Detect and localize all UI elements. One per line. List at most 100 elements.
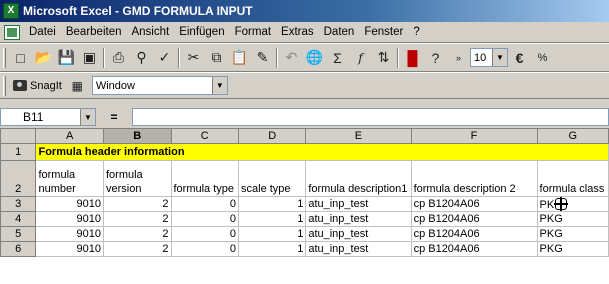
snagit-label: SnagIt bbox=[30, 79, 62, 92]
cell-description1[interactable]: atu_inp_test bbox=[305, 241, 412, 257]
print-preview-icon[interactable]: ⚲ bbox=[130, 47, 153, 69]
cell-formula-type[interactable]: 0 bbox=[170, 196, 240, 212]
toolbar-grip[interactable] bbox=[3, 75, 6, 96]
open-icon[interactable]: 📂 bbox=[32, 47, 55, 69]
menu-help[interactable]: ? bbox=[408, 23, 424, 42]
function-icon[interactable]: f bbox=[349, 47, 372, 69]
row-header[interactable]: 4 bbox=[0, 211, 37, 227]
cell-formula-type[interactable]: 0 bbox=[170, 241, 240, 257]
cell-formula-type[interactable]: 0 bbox=[170, 226, 240, 242]
percent-icon[interactable]: % bbox=[531, 47, 554, 69]
snagit-mode-select[interactable]: Window ▼ bbox=[91, 76, 228, 95]
permission-icon[interactable]: ▣ bbox=[78, 47, 101, 69]
cell-formula-version[interactable]: 2 bbox=[102, 241, 172, 257]
menu-bearbeiten[interactable]: Bearbeiten bbox=[61, 23, 127, 42]
column-header-e[interactable]: E bbox=[305, 128, 412, 144]
header-cell[interactable]: formula type bbox=[170, 160, 240, 197]
cell-description2[interactable]: cp B1204A06 bbox=[410, 226, 538, 242]
excel-app-icon[interactable]: X bbox=[3, 3, 19, 19]
header-cell[interactable]: formula number bbox=[35, 160, 104, 197]
cell-description1[interactable]: atu_inp_test bbox=[305, 226, 412, 242]
help-icon[interactable]: ? bbox=[424, 47, 447, 69]
header-cell[interactable]: scale type bbox=[238, 160, 307, 197]
cell-formula-version[interactable]: 2 bbox=[102, 196, 172, 212]
cell-formula-number[interactable]: 9010 bbox=[35, 211, 104, 227]
cell-formula-class[interactable]: PKG bbox=[536, 211, 609, 227]
section-header-cell[interactable]: Formula header information bbox=[35, 143, 609, 161]
cell-scale-type[interactable]: 1 bbox=[238, 226, 307, 242]
save-icon[interactable]: 💾 bbox=[55, 47, 78, 69]
cell-description2[interactable]: cp B1204A06 bbox=[410, 211, 538, 227]
chevron-down-icon[interactable]: ▼ bbox=[80, 109, 95, 125]
header-cell[interactable]: formula description1 bbox=[305, 160, 412, 197]
header-cell[interactable]: formula class bbox=[536, 160, 609, 197]
spelling-icon[interactable]: ✓ bbox=[153, 47, 176, 69]
column-header-g[interactable]: G bbox=[536, 128, 609, 144]
header-cell[interactable]: formula version bbox=[102, 160, 172, 197]
cell-scale-type[interactable]: 1 bbox=[238, 241, 307, 257]
name-box[interactable]: B11 ▼ bbox=[0, 108, 96, 126]
chevron-down-icon[interactable]: ▼ bbox=[492, 49, 507, 66]
column-header-c[interactable]: C bbox=[170, 128, 240, 144]
cell-formula-class[interactable]: PK bbox=[536, 196, 609, 212]
name-box-value: B11 bbox=[23, 110, 44, 124]
column-header-d[interactable]: D bbox=[238, 128, 307, 144]
copy-icon[interactable]: ⧉ bbox=[205, 47, 228, 69]
cell-formula-class[interactable]: PKG bbox=[536, 226, 609, 242]
hyperlink-icon[interactable]: 🌐 bbox=[303, 47, 326, 69]
chevron-down-icon[interactable]: ▼ bbox=[211, 77, 227, 94]
menu-ansicht[interactable]: Ansicht bbox=[126, 23, 174, 42]
cell-description1[interactable]: atu_inp_test bbox=[305, 211, 412, 227]
print-icon[interactable]: ⎙ bbox=[107, 47, 130, 69]
cell-formula-version[interactable]: 2 bbox=[102, 226, 172, 242]
toolbar-separator bbox=[276, 47, 278, 68]
cell-description2[interactable]: cp B1204A06 bbox=[410, 241, 538, 257]
chart-wizard-icon[interactable]: █ bbox=[401, 47, 424, 69]
equals-icon[interactable]: = bbox=[96, 110, 132, 124]
cut-icon[interactable]: ✂ bbox=[182, 47, 205, 69]
font-size-select[interactable]: 10 ▼ bbox=[470, 48, 508, 67]
menu-datei[interactable]: Datei bbox=[24, 23, 61, 42]
row-header[interactable]: 6 bbox=[0, 241, 37, 257]
cell-scale-type[interactable]: 1 bbox=[238, 211, 307, 227]
menu-extras[interactable]: Extras bbox=[276, 23, 319, 42]
select-all-corner[interactable] bbox=[0, 128, 37, 144]
cell-formula-number[interactable]: 9010 bbox=[35, 196, 104, 212]
cell-scale-type[interactable]: 1 bbox=[238, 196, 307, 212]
workbook-icon[interactable] bbox=[4, 24, 20, 40]
toolbar-options-icon[interactable]: » bbox=[447, 47, 470, 69]
row-header[interactable]: 1 bbox=[0, 143, 37, 161]
toolbar-separator bbox=[178, 47, 180, 68]
snagit-settings-icon[interactable]: ▦ bbox=[66, 75, 89, 97]
column-header-a[interactable]: A bbox=[35, 128, 104, 144]
cell-description2[interactable]: cp B1204A06 bbox=[410, 196, 538, 212]
toolbar-grip[interactable] bbox=[3, 47, 6, 68]
column-header-b[interactable]: B bbox=[102, 128, 172, 144]
menu-daten[interactable]: Daten bbox=[319, 23, 360, 42]
cell-formula-version[interactable]: 2 bbox=[102, 211, 172, 227]
menu-format[interactable]: Format bbox=[230, 23, 276, 42]
undo-icon[interactable]: ↶ bbox=[280, 47, 303, 69]
sort-ascending-icon[interactable]: ⇅ bbox=[372, 47, 395, 69]
paste-icon[interactable]: 📋 bbox=[228, 47, 251, 69]
formula-input[interactable] bbox=[132, 108, 609, 126]
row-header[interactable]: 3 bbox=[0, 196, 37, 212]
cell-formula-number[interactable]: 9010 bbox=[35, 226, 104, 242]
cell-formula-class[interactable]: PKG bbox=[536, 241, 609, 257]
cell-formula-type[interactable]: 0 bbox=[170, 211, 240, 227]
currency-icon[interactable]: € bbox=[508, 47, 531, 69]
row-header[interactable]: 5 bbox=[0, 226, 37, 242]
header-cell[interactable]: formula description 2 bbox=[410, 160, 538, 197]
snagit-button[interactable]: SnagIt bbox=[9, 80, 66, 92]
new-icon[interactable]: □ bbox=[9, 47, 32, 69]
autosum-icon[interactable]: Σ bbox=[326, 47, 349, 69]
row-header[interactable]: 2 bbox=[0, 160, 37, 197]
worksheet-grid[interactable]: A B C D E F G 1 Formula header informati… bbox=[0, 128, 609, 284]
format-painter-icon[interactable]: ✎ bbox=[251, 47, 274, 69]
column-header-f[interactable]: F bbox=[410, 128, 538, 144]
menu-einfuegen[interactable]: Einfügen bbox=[174, 23, 229, 42]
cell-formula-number[interactable]: 9010 bbox=[35, 241, 104, 257]
toolbar-separator bbox=[397, 47, 399, 68]
menu-fenster[interactable]: Fenster bbox=[359, 23, 408, 42]
cell-description1[interactable]: atu_inp_test bbox=[305, 196, 412, 212]
